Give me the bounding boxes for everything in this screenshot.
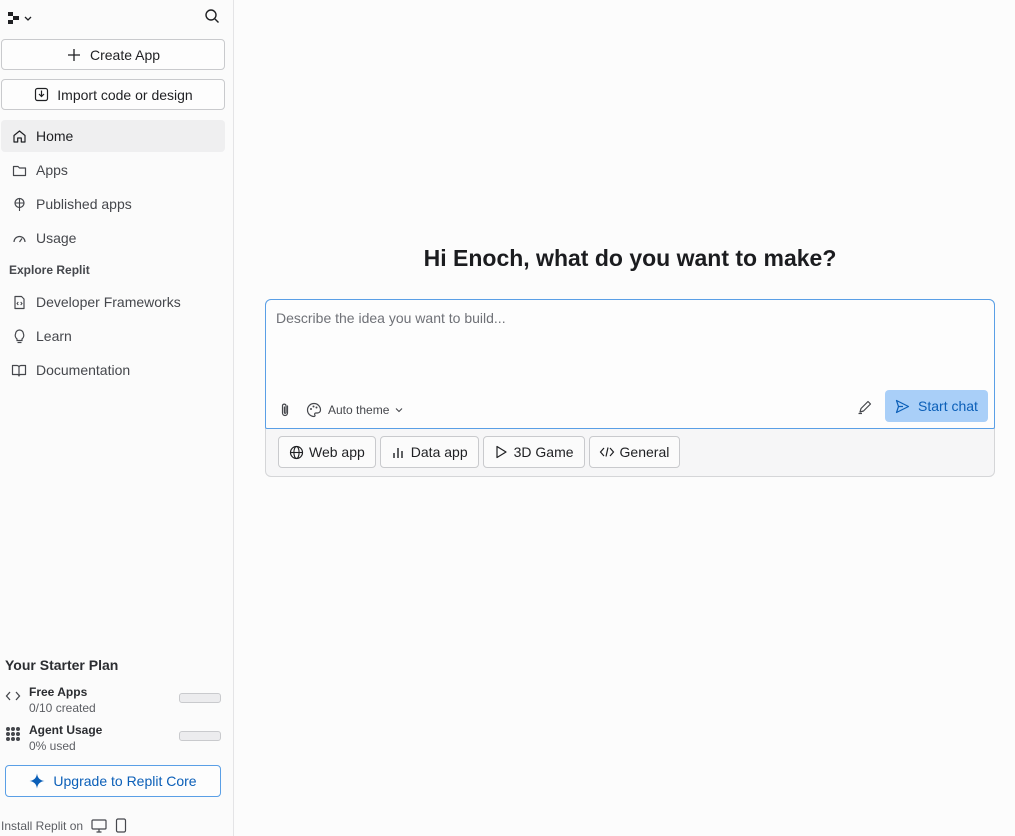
chip-general[interactable]: General	[588, 436, 681, 468]
theme-selector[interactable]: Auto theme	[306, 402, 403, 418]
globe-icon	[288, 444, 304, 460]
sidebar-item-developer-frameworks[interactable]: Developer Frameworks	[1, 286, 225, 318]
gauge-icon	[11, 230, 27, 246]
mobile-icon[interactable]	[115, 818, 127, 833]
sparkle-icon	[29, 773, 45, 789]
sidebar-item-documentation[interactable]: Documentation	[1, 354, 225, 386]
chip-data-app[interactable]: Data app	[379, 436, 479, 468]
pen-icon	[858, 400, 872, 415]
prompt-box[interactable]: Describe the idea you want to build... A…	[265, 299, 995, 429]
create-app-label: Create App	[89, 46, 161, 63]
page-title: Hi Enoch, what do you want to make?	[423, 245, 837, 271]
code-icon	[5, 688, 21, 704]
install-label: Install Replit on	[1, 818, 84, 833]
upgrade-button[interactable]: Upgrade to Replit Core	[5, 765, 221, 797]
chip-3d-game[interactable]: 3D Game	[482, 436, 585, 468]
sidebar-item-label: Home	[36, 128, 74, 144]
play-icon	[493, 444, 509, 460]
draw-button[interactable]	[856, 398, 874, 416]
code-icon	[599, 444, 615, 460]
sidebar-item-apps[interactable]: Apps	[1, 154, 225, 186]
main-content: Hi Enoch, what do you want to make? Desc…	[235, 0, 1015, 836]
create-app-button[interactable]: Create App	[1, 39, 225, 70]
agent-usage: Agent Usage 0% used	[5, 723, 221, 753]
workspace-switcher[interactable]	[8, 9, 34, 27]
search-button[interactable]	[202, 6, 222, 26]
start-chat-button[interactable]: Start chat	[885, 390, 988, 422]
sidebar-item-published-apps[interactable]: Published apps	[1, 188, 225, 220]
sidebar: Create App Import code or design Home Ap…	[0, 0, 234, 836]
search-icon	[205, 9, 219, 23]
plan-title: Your Starter Plan	[5, 657, 119, 673]
theme-label: Auto theme	[328, 403, 390, 417]
agent-icon	[5, 726, 21, 742]
chevron-down-icon	[24, 16, 32, 21]
attach-button[interactable]	[277, 402, 293, 418]
app-type-chips: Web app Data app 3D Game General	[278, 436, 681, 468]
agent-usage-detail: 0% used	[29, 739, 76, 753]
prompt-composer: Describe the idea you want to build... A…	[265, 299, 995, 477]
folder-icon	[11, 162, 27, 178]
import-label: Import code or design	[57, 86, 193, 103]
palette-icon	[306, 402, 322, 418]
sidebar-item-usage[interactable]: Usage	[1, 222, 225, 254]
agent-usage-label: Agent Usage	[29, 723, 103, 737]
chip-label: Data app	[410, 444, 468, 460]
agent-usage-progress	[179, 731, 221, 741]
sidebar-item-label: Usage	[36, 230, 77, 246]
free-apps-progress	[179, 693, 221, 703]
globe-pin-icon	[11, 196, 27, 212]
book-icon	[11, 362, 27, 378]
start-chat-label: Start chat	[918, 398, 978, 414]
lightbulb-icon	[11, 328, 27, 344]
desktop-icon[interactable]	[91, 818, 107, 833]
explore-section-label: Explore Replit	[9, 263, 90, 277]
sidebar-item-label: Documentation	[36, 362, 131, 378]
sidebar-item-home[interactable]: Home	[1, 120, 225, 152]
sidebar-item-label: Developer Frameworks	[36, 294, 181, 310]
upgrade-label: Upgrade to Replit Core	[53, 773, 197, 789]
sidebar-item-label: Published apps	[36, 196, 132, 212]
bar-chart-icon	[390, 444, 406, 460]
chevron-down-icon	[395, 408, 403, 413]
free-apps-usage: Free Apps 0/10 created	[5, 685, 221, 715]
replit-logo-icon	[8, 12, 19, 24]
import-button[interactable]: Import code or design	[1, 79, 225, 110]
plus-icon	[66, 47, 82, 63]
sidebar-item-learn[interactable]: Learn	[1, 320, 225, 352]
install-row: Install Replit on	[1, 818, 127, 833]
free-apps-detail: 0/10 created	[29, 701, 96, 715]
free-apps-label: Free Apps	[29, 685, 88, 699]
sidebar-item-label: Apps	[36, 162, 68, 178]
send-icon	[895, 399, 910, 413]
import-icon	[33, 87, 49, 103]
sidebar-item-label: Learn	[36, 328, 72, 344]
home-icon	[11, 128, 27, 144]
chip-web-app[interactable]: Web app	[278, 436, 376, 468]
paperclip-icon	[281, 403, 289, 417]
code-file-icon	[11, 294, 27, 310]
chip-label: General	[619, 444, 670, 460]
sidebar-top	[8, 6, 224, 28]
chip-label: Web app	[309, 444, 365, 460]
prompt-input[interactable]: Describe the idea you want to build...	[276, 310, 836, 326]
chip-label: 3D Game	[513, 444, 574, 460]
